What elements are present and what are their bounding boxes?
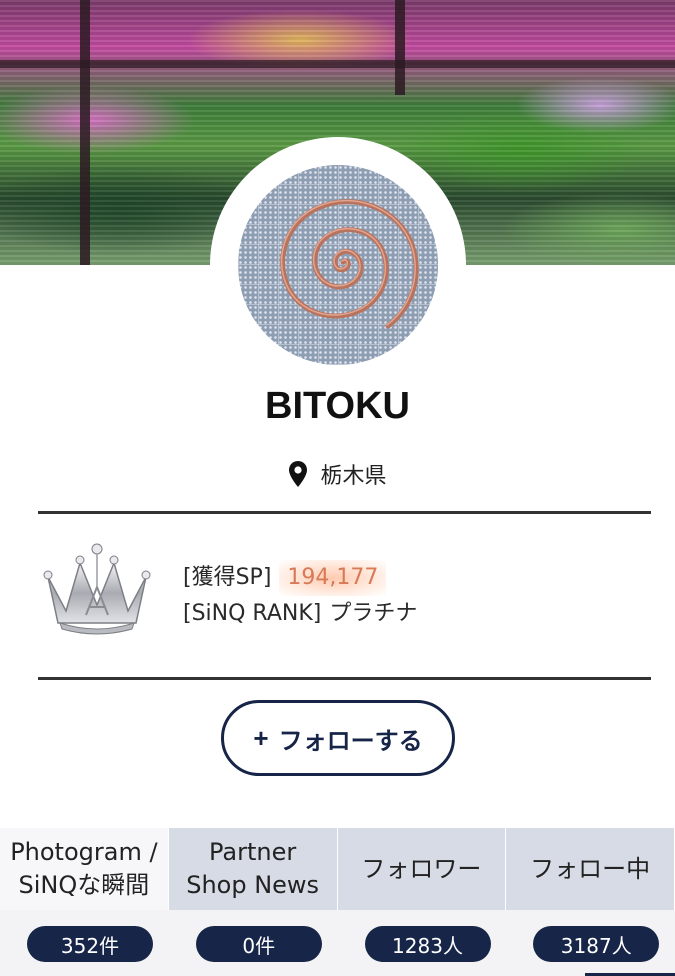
user-name: BITOKU bbox=[265, 385, 410, 427]
tab-label-line: フォロー中 bbox=[530, 854, 651, 883]
spiral-wire-image bbox=[280, 199, 419, 329]
tab-label: Partner Shop News bbox=[168, 828, 338, 910]
rank-block: [獲得SP] 194,177 [SiNQ RANK] プラチナ bbox=[38, 535, 651, 655]
tab-following[interactable]: フォロー中 3187人 bbox=[506, 828, 675, 976]
rank-info: [獲得SP] 194,177 [SiNQ RANK] プラチナ bbox=[183, 560, 417, 632]
divider bbox=[38, 511, 651, 514]
tab-label: フォロー中 bbox=[506, 828, 675, 910]
cover-beam bbox=[80, 0, 90, 265]
tab-label-line: フォロワー bbox=[361, 854, 482, 883]
tab-label-line: Partner bbox=[209, 838, 297, 866]
sp-value: 194,177 bbox=[279, 560, 387, 596]
tab-partner-shop-news[interactable]: Partner Shop News 0件 bbox=[168, 828, 338, 976]
tab-label: Photogram / SiNQな瞬間 bbox=[0, 828, 169, 910]
tab-followers[interactable]: フォロワー 1283人 bbox=[337, 828, 507, 976]
rank-row: [SiNQ RANK] プラチナ bbox=[183, 596, 417, 632]
divider bbox=[38, 677, 651, 680]
plus-icon: + bbox=[253, 722, 269, 753]
follow-button-label: フォローする bbox=[278, 727, 423, 755]
sp-row: [獲得SP] 194,177 bbox=[183, 560, 417, 596]
count-badge: 3187人 bbox=[533, 926, 660, 962]
rank-value: プラチナ bbox=[329, 601, 418, 626]
stats-tabs: Photogram / SiNQな瞬間 352件 Partner Shop Ne… bbox=[0, 828, 675, 976]
count-badge: 1283人 bbox=[364, 926, 491, 962]
rank-label: [SiNQ RANK] bbox=[183, 601, 322, 626]
location-label: 栃木県 bbox=[320, 464, 387, 489]
sp-label: [獲得SP] bbox=[183, 565, 272, 590]
tab-label-line: Shop News bbox=[186, 871, 320, 899]
tab-label-line: SiNQな瞬間 bbox=[18, 871, 150, 899]
tab-label: フォロワー bbox=[337, 828, 507, 910]
tab-photogram[interactable]: Photogram / SiNQな瞬間 352件 bbox=[0, 828, 169, 976]
count-badge: 352件 bbox=[27, 926, 153, 962]
crown-icon bbox=[43, 543, 151, 635]
count-badge: 0件 bbox=[195, 926, 322, 962]
avatar[interactable] bbox=[238, 165, 438, 365]
cover-beam bbox=[0, 60, 675, 68]
map-pin-icon bbox=[288, 460, 308, 488]
location: 栃木県 bbox=[0, 458, 675, 490]
tab-label-line: Photogram / bbox=[10, 838, 158, 866]
follow-button[interactable]: + フォローする bbox=[221, 700, 455, 776]
cover-beam bbox=[395, 0, 405, 95]
